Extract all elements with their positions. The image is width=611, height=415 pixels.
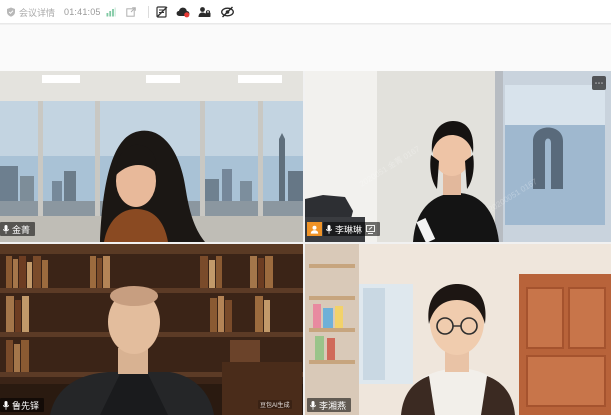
video-feed (305, 244, 611, 415)
ai-generated-label: 豆包AI生成 (258, 400, 292, 409)
screen-share-icon (366, 224, 375, 234)
no-recording-icon[interactable] (156, 0, 168, 24)
video-tile-lilinlin[interactable]: ⋯ 李琳琳 2020051 金菁 0167 20200051 0167 (305, 71, 611, 242)
microphone-icon (3, 224, 9, 234)
hide-video-icon[interactable] (221, 0, 234, 24)
participant-name: 李琳琳 (335, 224, 363, 235)
more-options-button[interactable]: ⋯ (592, 76, 606, 90)
video-tile-luxianduo[interactable]: 豆包AI生成 鲁先铎 (0, 244, 303, 415)
meeting-info-button[interactable]: 会议详情 (6, 0, 55, 24)
signal-icon[interactable] (106, 0, 116, 24)
shield-icon (7, 7, 15, 17)
video-tile-lixiangyan[interactable]: 李湘燕 (305, 244, 611, 415)
participant-nameplate: 金菁 (0, 222, 36, 236)
participants-lock-icon[interactable] (198, 0, 211, 24)
participant-name: 鲁先铎 (12, 400, 40, 411)
participant-name: 李湘燕 (319, 400, 347, 411)
video-feed (0, 244, 303, 415)
person-icon (307, 222, 322, 236)
video-feed (0, 71, 303, 242)
microphone-icon (310, 400, 316, 410)
popout-icon[interactable] (126, 0, 136, 24)
cloud-record-icon[interactable] (176, 0, 190, 24)
elapsed-timer: 01:41:05 (64, 7, 101, 17)
top-blank-area (0, 25, 611, 71)
participant-name: 金菁 (12, 224, 31, 235)
microphone-icon (3, 400, 9, 410)
meeting-toolbar: 会议详情 01:41:05 (0, 0, 611, 24)
participant-nameplate: 李琳琳 (323, 222, 381, 236)
microphone-icon (326, 224, 332, 234)
participant-nameplate: 鲁先铎 (0, 398, 45, 412)
meeting-info-label: 会议详情 (19, 7, 56, 18)
participant-nameplate: 李湘燕 (307, 398, 352, 412)
video-feed (305, 71, 611, 242)
video-tile-jinjing[interactable]: 金菁 (0, 71, 303, 242)
